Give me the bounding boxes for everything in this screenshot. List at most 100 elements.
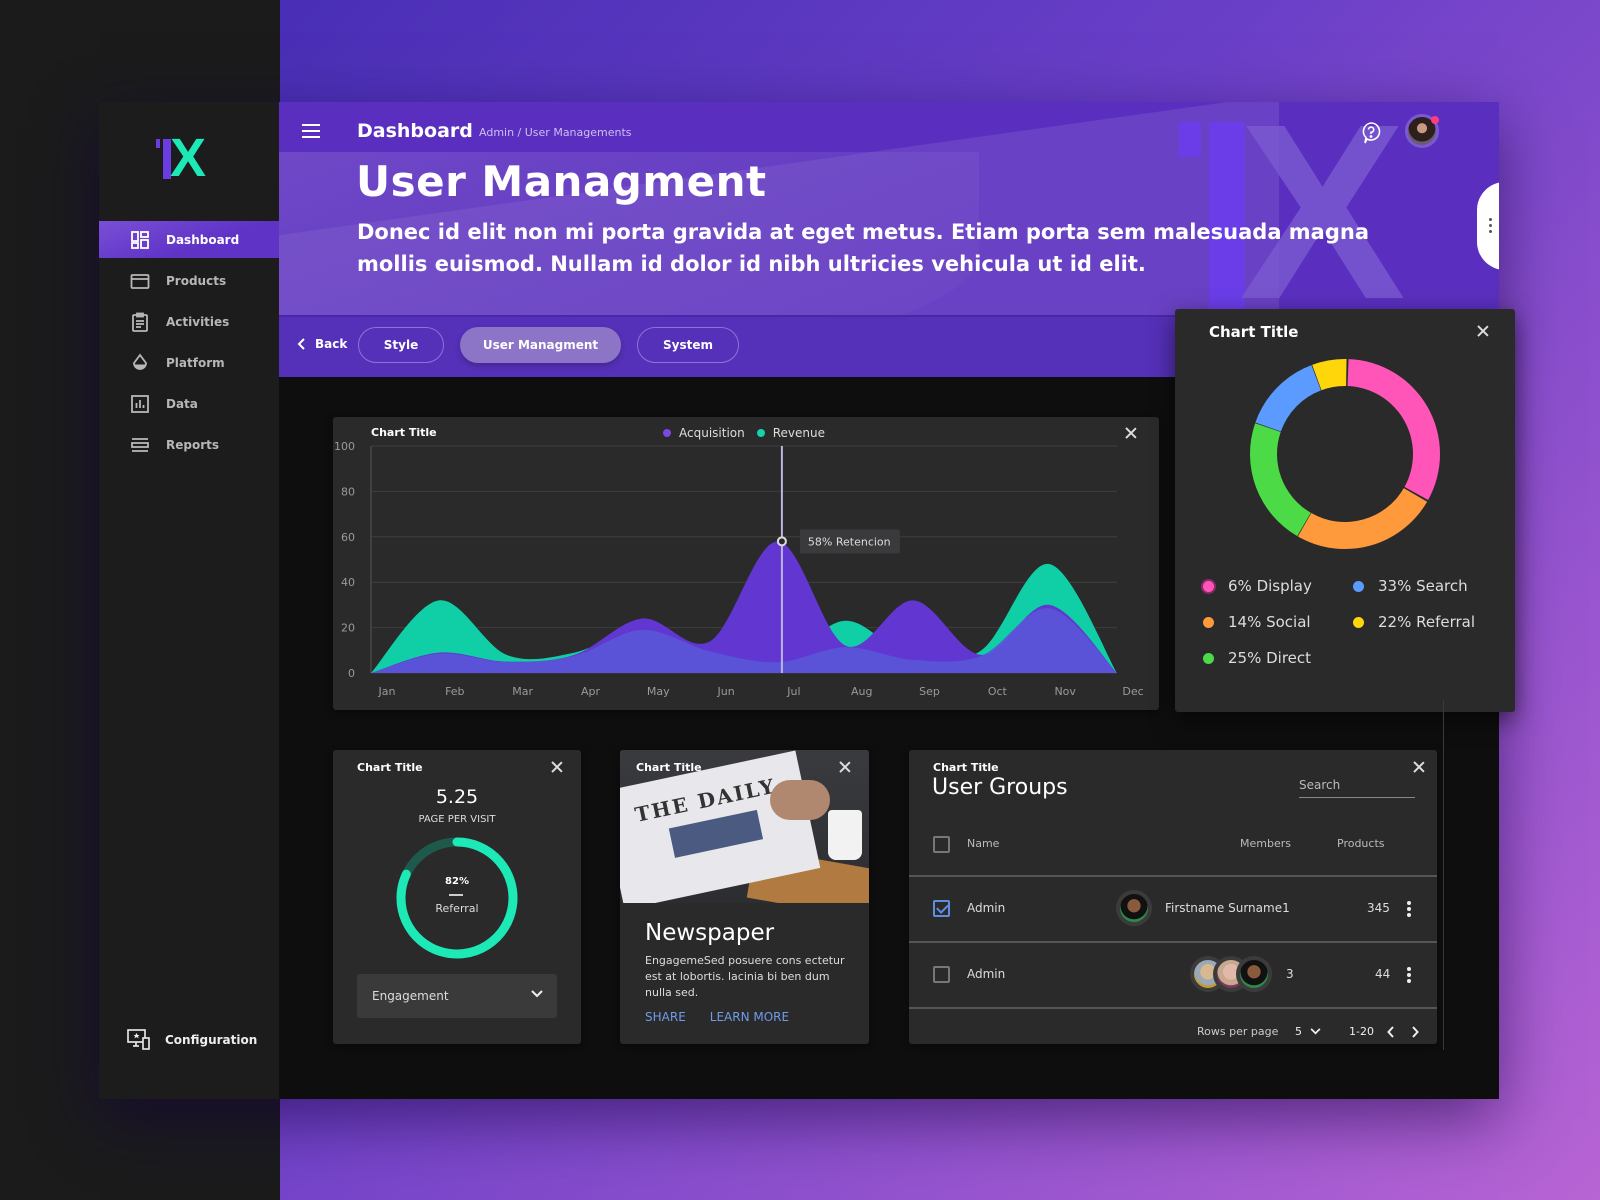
x-tick-label: Jan	[378, 685, 396, 698]
chevron-down-icon	[1310, 1028, 1320, 1035]
y-tick-label: 60	[341, 531, 355, 544]
logo-letter: X	[170, 128, 207, 188]
column-header-products[interactable]: Products	[1337, 837, 1385, 850]
row-checkbox[interactable]	[933, 966, 950, 983]
donut-chart	[1250, 359, 1440, 549]
rows-per-page-select[interactable]: 5	[1295, 1025, 1321, 1038]
logo: X	[156, 128, 216, 188]
header-more-button[interactable]	[1477, 182, 1499, 270]
sidebar-item-label: Products	[166, 273, 227, 288]
learn-more-link[interactable]: LEARN MORE	[710, 1010, 789, 1024]
breadcrumb[interactable]: Admin / User Managements	[479, 126, 632, 139]
sidebar-item-label: Data	[166, 396, 198, 411]
search-input[interactable]	[1299, 772, 1415, 798]
donut-slice-search	[1255, 365, 1321, 432]
sidebar: X Dashboard Products Activities Platform…	[99, 102, 279, 1099]
sidebar-item-label: Dashboard	[166, 232, 240, 247]
news-card: THE DAILY Chart Title Newspaper Engageme…	[620, 750, 869, 1044]
engagement-select[interactable]: Engagement	[357, 974, 557, 1018]
card-title: Chart Title	[1209, 323, 1299, 341]
sidebar-item-products[interactable]: Products	[99, 262, 279, 299]
card-title: Chart Title	[933, 761, 999, 774]
row-products: 44	[1375, 967, 1391, 981]
row-members: Firstname Surname1	[1165, 901, 1290, 915]
close-icon[interactable]	[1477, 325, 1489, 337]
page-range: 1-20	[1349, 1025, 1374, 1038]
legend-item-direct: 25% Direct	[1203, 649, 1311, 667]
user-groups-card: Chart Title User Groups Name Members Pro…	[909, 750, 1437, 1044]
sidebar-item-activities[interactable]: Activities	[99, 303, 279, 340]
section-title: Dashboard	[357, 120, 473, 142]
sidebar-item-dashboard[interactable]: Dashboard	[99, 221, 279, 258]
configuration-button[interactable]: Configuration	[127, 1029, 257, 1051]
hamburger-menu-icon[interactable]	[302, 124, 320, 138]
app-window: X Dashboard Products Activities Platform…	[99, 102, 1515, 1099]
image-cup	[828, 810, 862, 860]
member-avatar	[1236, 956, 1272, 992]
y-tick-label: 80	[341, 485, 355, 498]
configuration-label: Configuration	[165, 1033, 258, 1047]
sidebar-item-reports[interactable]: Reports	[99, 426, 279, 463]
divider	[1443, 700, 1444, 1050]
page-description: Donec id elit non mi porta gravida at eg…	[357, 220, 1370, 276]
y-tick-label: 40	[341, 576, 355, 589]
donut-chart-card: Chart Title 6% Display 33% Search 14% So…	[1175, 309, 1515, 712]
x-tick-label: Jul	[786, 685, 800, 698]
close-icon[interactable]	[551, 761, 563, 773]
dashboard-grid-icon	[130, 230, 150, 250]
metric-label: PAGE PER VISIT	[418, 814, 496, 825]
share-link[interactable]: SHARE	[645, 1010, 686, 1024]
sidebar-nav: Dashboard Products Activities Platform D…	[99, 221, 279, 467]
page-header: X Dashboard Admin / User Managements Use…	[279, 102, 1499, 315]
drop-icon	[130, 353, 150, 373]
next-page-icon[interactable]	[1411, 1026, 1419, 1038]
x-tick-label: Sep	[919, 685, 940, 698]
select-all-checkbox[interactable]	[933, 836, 950, 853]
select-value: Engagement	[372, 989, 449, 1003]
back-label: Back	[315, 337, 348, 351]
gauge-label: Referral	[435, 902, 479, 915]
back-button[interactable]: Back	[297, 337, 347, 351]
row-more-icon[interactable]	[1407, 973, 1411, 977]
row-checkbox[interactable]	[933, 900, 950, 917]
sidebar-item-platform[interactable]: Platform	[99, 344, 279, 381]
gauge-percent: 82%	[445, 876, 469, 887]
tab-user-managment[interactable]: User Managment	[460, 327, 621, 363]
sidebar-item-data[interactable]: Data	[99, 385, 279, 422]
legend-label: 33% Search	[1378, 577, 1468, 595]
annotation-point	[776, 536, 787, 547]
x-tick-label: Nov	[1054, 685, 1076, 698]
legend-item-social: 14% Social	[1203, 613, 1311, 631]
card-title: Chart Title	[357, 761, 423, 774]
help-icon[interactable]	[1361, 122, 1381, 144]
x-tick-label: Aug	[851, 685, 872, 698]
x-tick-label: Apr	[581, 685, 601, 698]
x-tick-label: Mar	[512, 685, 533, 698]
legend-item-search: 33% Search	[1353, 577, 1468, 595]
list-icon	[130, 435, 150, 455]
image-hand	[770, 780, 830, 820]
tab-style[interactable]: Style	[358, 327, 444, 363]
legend-label: 14% Social	[1228, 613, 1311, 631]
y-tick-label: 0	[348, 667, 355, 680]
column-header-name[interactable]: Name	[967, 837, 999, 850]
divider	[909, 941, 1437, 943]
x-tick-label: Jun	[716, 685, 734, 698]
legend-label: 25% Direct	[1228, 649, 1312, 667]
logo-mark	[156, 139, 160, 148]
tab-system[interactable]: System	[637, 327, 739, 363]
column-header-members[interactable]: Members	[1240, 837, 1291, 850]
watermark-logo-mark	[1179, 122, 1201, 157]
area-chart: 0 20 40 60 80 100 Jan Feb Mar Apr May Jun Jul Aug Sep O…	[334, 440, 1144, 698]
credit-card-icon	[130, 271, 150, 291]
previous-page-icon[interactable]	[1387, 1026, 1395, 1038]
clipboard-icon	[130, 312, 150, 332]
row-more-icon[interactable]	[1407, 907, 1411, 911]
news-actions: SHARE LEARN MORE	[645, 1010, 789, 1024]
sidebar-item-label: Platform	[166, 355, 225, 370]
close-icon[interactable]	[839, 761, 851, 773]
bar-chart-icon	[130, 394, 150, 414]
area-chart-card: Chart Title Acquisition Revenue 0 20 40 60 8…	[333, 417, 1159, 710]
gauge-ring	[396, 837, 518, 959]
more-vertical-icon	[1489, 218, 1492, 221]
